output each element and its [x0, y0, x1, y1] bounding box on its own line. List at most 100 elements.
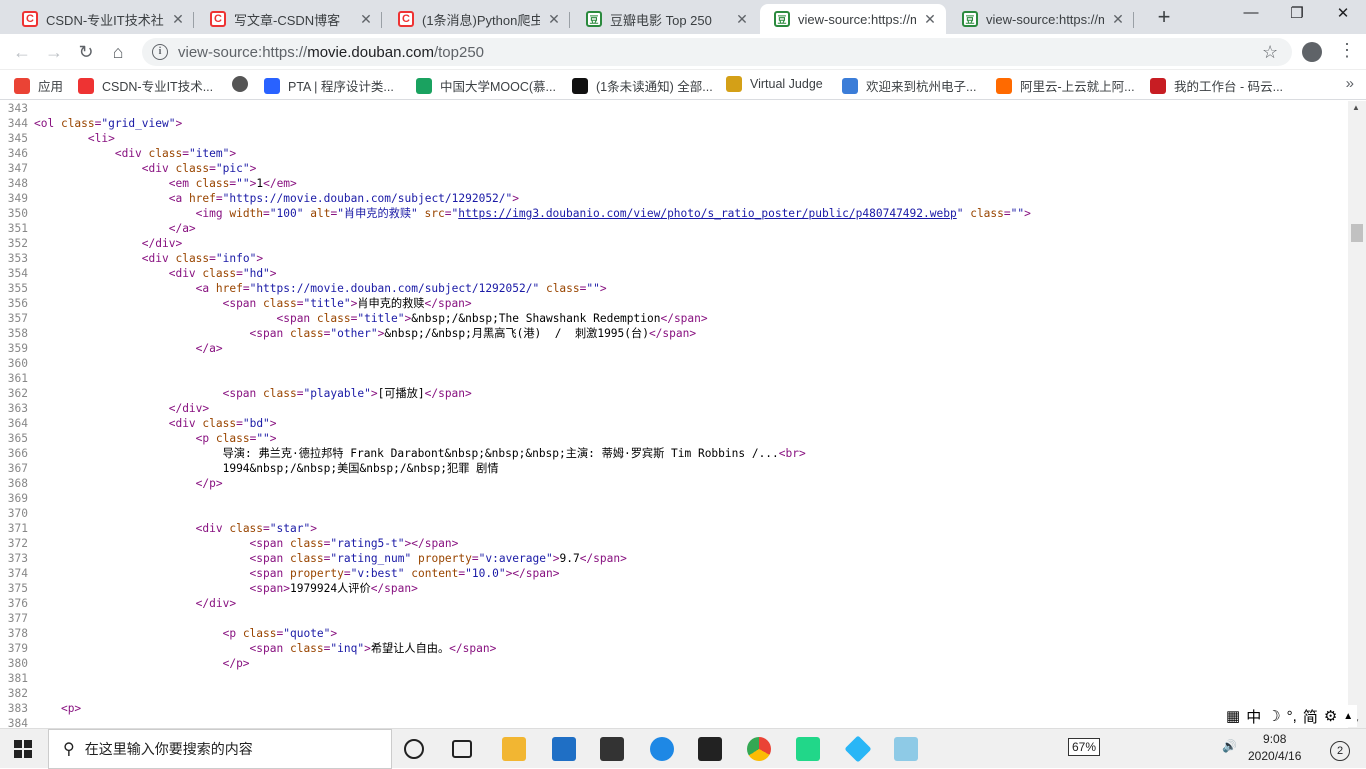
- reload-icon[interactable]: ↻: [74, 40, 98, 64]
- file-explorer-icon[interactable]: [502, 737, 526, 761]
- line-code[interactable]: </a>: [34, 341, 223, 356]
- line-code[interactable]: <span class="rating_num" property="v:ave…: [34, 551, 627, 566]
- tab-3[interactable]: C (1条消息)Python爬虫实 ✕: [384, 4, 570, 34]
- menu-dots-icon[interactable]: ⋮: [1338, 40, 1356, 61]
- line-code[interactable]: <div class="hd">: [34, 266, 277, 281]
- bookmark-star-icon[interactable]: ☆: [1262, 42, 1278, 63]
- bookmark-10[interactable]: 我的工作台 - 码云...: [1150, 76, 1283, 95]
- back-arrow-icon[interactable]: ←: [10, 40, 34, 64]
- line-code[interactable]: <p>: [34, 701, 81, 716]
- source-view[interactable]: 343 344 <ol class="grid_view"> 345 <li> 346 …: [0, 101, 1348, 728]
- close-tab-icon[interactable]: ✕: [358, 11, 374, 28]
- chrome-icon[interactable]: [747, 737, 771, 761]
- ime-expand-icon[interactable]: ▲: [1343, 711, 1353, 722]
- line-code[interactable]: <li>: [34, 131, 115, 146]
- battery-indicator[interactable]: 67%: [1068, 738, 1101, 756]
- bookmark-6[interactable]: (1条未读通知) 全部...: [572, 76, 713, 95]
- bookmark-3[interactable]: [232, 76, 256, 92]
- ime-punct-icon[interactable]: °,: [1287, 708, 1297, 725]
- scroll-up-icon[interactable]: ▲: [1352, 103, 1360, 112]
- line-code[interactable]: <span class="rating5-t"></span>: [34, 536, 459, 551]
- moon-icon[interactable]: ☽: [1267, 707, 1280, 725]
- clock-app-icon[interactable]: [650, 737, 674, 761]
- line-code[interactable]: <span class="title">&nbsp;/&nbsp;The Sha…: [34, 311, 707, 326]
- cortana-icon[interactable]: [404, 739, 424, 759]
- bookmarks-overflow-icon[interactable]: »: [1346, 75, 1354, 92]
- account-icon[interactable]: [1302, 42, 1322, 62]
- line-code[interactable]: <span class="title">肖申克的救赎</span>: [34, 296, 472, 311]
- volume-icon[interactable]: 🔊: [1222, 739, 1237, 753]
- new-tab-button[interactable]: +: [1152, 6, 1176, 30]
- tool-icon[interactable]: [894, 737, 918, 761]
- line-code[interactable]: <div class="item">: [34, 146, 236, 161]
- line-code[interactable]: <p class="">: [34, 431, 277, 446]
- tab-2[interactable]: C 写文章-CSDN博客 ✕: [196, 4, 382, 34]
- bookmark-7[interactable]: Virtual Judge: [726, 76, 823, 92]
- close-window-button[interactable]: ✕: [1320, 4, 1366, 28]
- line-code[interactable]: <img width="100" alt="肖申克的救赎" src="https…: [34, 206, 1031, 221]
- taskbar: ⚲ 在这里输入你要搜索的内容 67% 🔊 9:08 2020/4/16 2: [0, 728, 1366, 769]
- bookmark-9[interactable]: 阿里云-上云就上阿...: [996, 76, 1135, 95]
- store-icon[interactable]: [600, 737, 624, 761]
- line-code[interactable]: </p>: [34, 476, 223, 491]
- line-code[interactable]: <div class="star">: [34, 521, 317, 536]
- tab-4[interactable]: 豆豆瓣电影 Top 250 ✕: [572, 4, 758, 34]
- forward-arrow-icon[interactable]: →: [42, 40, 66, 64]
- scrollbar-thumb[interactable]: [1351, 224, 1363, 242]
- close-tab-icon[interactable]: ✕: [170, 11, 186, 28]
- line-code[interactable]: <div class="pic">: [34, 161, 257, 176]
- tab-6[interactable]: 豆 view-source:https://m ✕: [948, 4, 1134, 34]
- line-code[interactable]: <div class="info">: [34, 251, 263, 266]
- app-icon[interactable]: [844, 735, 872, 763]
- bookmark-1[interactable]: 应用: [14, 76, 63, 95]
- line-code[interactable]: <p class="quote">: [34, 626, 338, 641]
- line-code[interactable]: </p>: [34, 656, 250, 671]
- line-code[interactable]: <div class="bd">: [34, 416, 277, 431]
- close-tab-icon[interactable]: ✕: [734, 11, 750, 28]
- line-code[interactable]: </div>: [34, 236, 182, 251]
- line-code[interactable]: <a href="https://movie.douban.com/subjec…: [34, 281, 607, 296]
- tab-1[interactable]: C CSDN-专业IT技术社区 ✕: [8, 4, 194, 34]
- line-code[interactable]: </a>: [34, 221, 196, 236]
- maximize-button[interactable]: ❐: [1274, 4, 1320, 28]
- line-code[interactable]: <span class="playable">[可播放]</span>: [34, 386, 472, 401]
- line-code[interactable]: 1994&nbsp;/&nbsp;美国&nbsp;/&nbsp;犯罪 剧情: [34, 461, 499, 476]
- taskbar-search[interactable]: ⚲ 在这里输入你要搜索的内容: [48, 729, 392, 769]
- ime-charset[interactable]: 简: [1303, 706, 1318, 727]
- clock[interactable]: 9:08 2020/4/16: [1248, 731, 1301, 765]
- home-icon[interactable]: ⌂: [106, 40, 130, 64]
- ime-toolbar[interactable]: ▦ 中 ☽ °, 简 ⚙ ▲: [1222, 705, 1358, 727]
- info-icon[interactable]: i: [152, 44, 168, 60]
- line-code[interactable]: </div>: [34, 596, 236, 611]
- bookmark-5[interactable]: 中国大学MOOC(慕...: [416, 76, 556, 95]
- line-code[interactable]: <a href="https://movie.douban.com/subjec…: [34, 191, 519, 206]
- line-code[interactable]: <span property="v:best" content="10.0"><…: [34, 566, 560, 581]
- terminal-icon[interactable]: [698, 737, 722, 761]
- line-code[interactable]: <span class="inq">希望让人自由。</span>: [34, 641, 497, 656]
- line-code[interactable]: <em class="">1</em>: [34, 176, 297, 191]
- line-code[interactable]: 导演: 弗兰克·德拉邦特 Frank Darabont&nbsp;&nbsp;&…: [34, 446, 806, 461]
- windows-start-icon[interactable]: [14, 740, 32, 758]
- ime-mode[interactable]: 中: [1246, 706, 1261, 727]
- notification-badge[interactable]: 2: [1330, 741, 1350, 761]
- line-code[interactable]: </div>: [34, 401, 209, 416]
- gear-icon[interactable]: ⚙: [1324, 707, 1337, 725]
- ime-grid-icon[interactable]: ▦: [1226, 707, 1240, 725]
- close-tab-icon[interactable]: ✕: [546, 11, 562, 28]
- line-code[interactable]: <span>1979924人评价</span>: [34, 581, 418, 596]
- mail-icon[interactable]: [552, 737, 576, 761]
- task-view-icon[interactable]: [452, 740, 472, 758]
- line-code[interactable]: <span class="other">&nbsp;/&nbsp;月黑高飞(港)…: [34, 326, 697, 341]
- bookmark-4[interactable]: PTA | 程序设计类...: [264, 76, 394, 95]
- bookmark-2[interactable]: CSDN-专业IT技术...: [78, 76, 213, 95]
- bookmark-8[interactable]: 欢迎来到杭州电子...: [842, 76, 976, 95]
- pycharm-icon[interactable]: [796, 737, 820, 761]
- line-code[interactable]: <ol class="grid_view">: [34, 116, 182, 131]
- close-tab-icon[interactable]: ✕: [922, 11, 938, 28]
- minimize-button[interactable]: —: [1228, 4, 1274, 28]
- vertical-scrollbar[interactable]: ▲ ▼: [1348, 101, 1366, 728]
- address-bar[interactable]: i view-source:https://movie.douban.com/t…: [142, 38, 1292, 66]
- close-tab-icon[interactable]: ✕: [1110, 11, 1126, 28]
- line-number: 350: [7, 207, 28, 220]
- tab-5[interactable]: 豆 view-source:https://m ✕: [760, 4, 946, 34]
